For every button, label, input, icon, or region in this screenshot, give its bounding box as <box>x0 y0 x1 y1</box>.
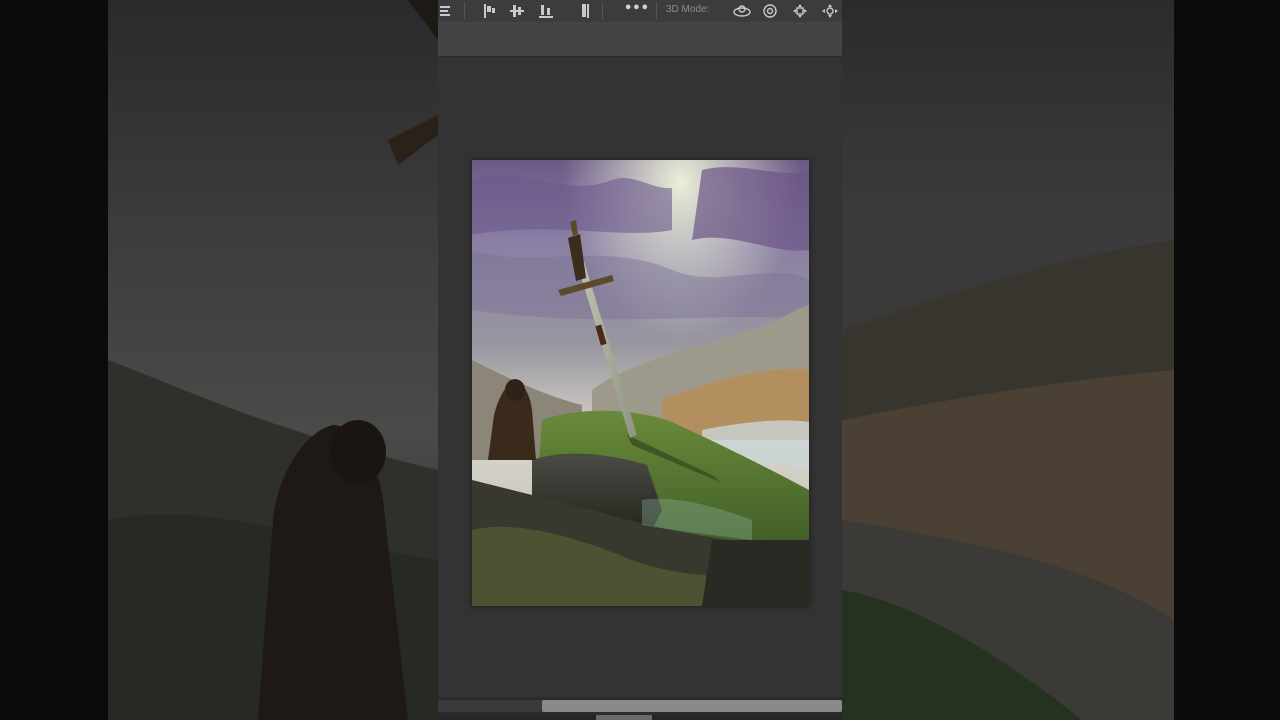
options-bar: ••• 3D Mode: <box>438 0 842 22</box>
slide-3d-icon[interactable] <box>820 3 840 19</box>
align-vertical-centers-icon[interactable] <box>509 3 525 19</box>
3d-mode-label: 3D Mode: <box>666 4 710 15</box>
video-frame: ••• 3D Mode: <box>0 0 1280 720</box>
scrollbar-thumb[interactable] <box>542 700 842 712</box>
horizontal-scrollbar[interactable] <box>438 697 842 715</box>
align-bottom-edges-icon[interactable] <box>538 3 554 19</box>
blurred-background-right <box>842 0 1174 720</box>
toolbar-separator <box>602 2 603 20</box>
roll-3d-icon[interactable] <box>762 3 778 19</box>
distribute-icon[interactable] <box>576 3 592 19</box>
toolbar-separator <box>656 2 657 20</box>
toolbar-separator <box>464 2 465 20</box>
document-canvas[interactable] <box>472 160 809 606</box>
align-horizontal-centers-icon[interactable] <box>438 3 454 19</box>
status-bar <box>438 715 842 720</box>
canvas-area[interactable] <box>438 57 842 697</box>
status-indicator <box>596 715 652 720</box>
blurred-background-left <box>108 0 438 720</box>
orbit-3d-icon[interactable] <box>732 3 752 19</box>
document-tab-strip <box>438 22 842 57</box>
photoshop-window: ••• 3D Mode: <box>438 0 842 720</box>
more-options-icon[interactable]: ••• <box>624 1 649 17</box>
pan-3d-icon[interactable] <box>792 3 808 19</box>
align-left-edges-icon[interactable] <box>481 3 497 19</box>
artwork-image <box>472 160 809 606</box>
